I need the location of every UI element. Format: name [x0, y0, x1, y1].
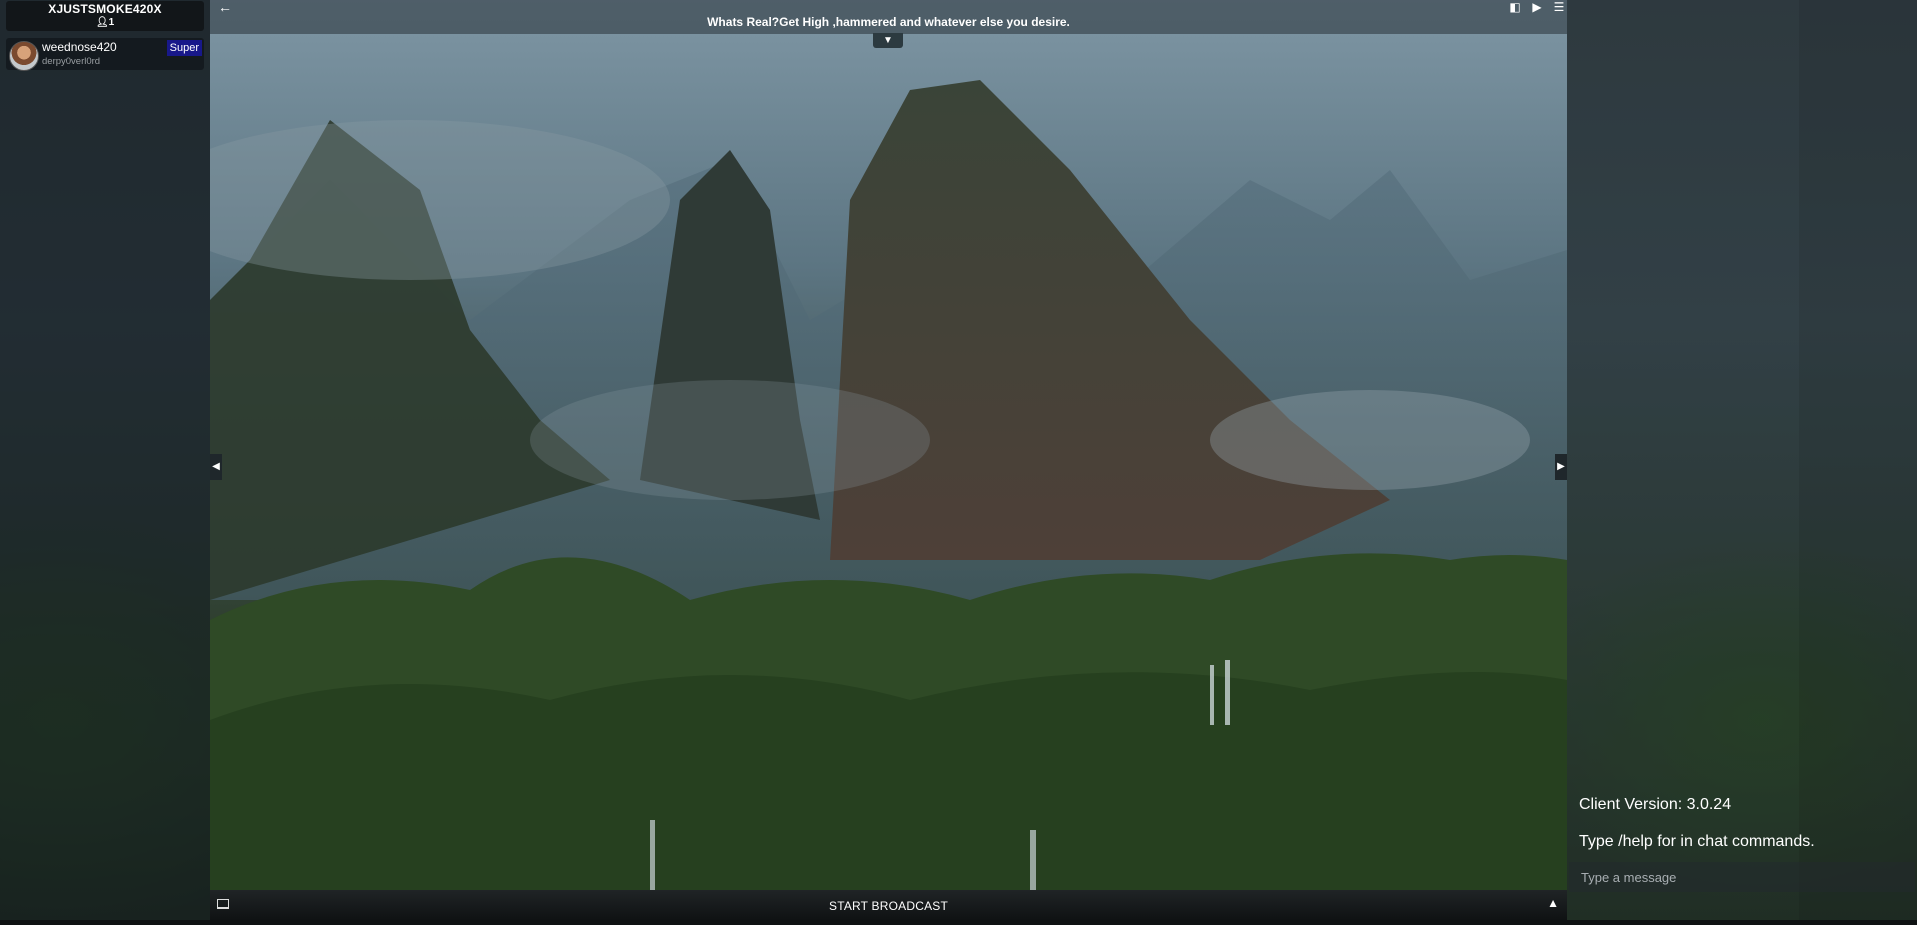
role-badge: Super: [166, 40, 202, 56]
stage-title-bar: ← Whats Real?Get High ,hammered and what…: [210, 0, 1567, 34]
room-header: XJUSTSMOKE420X 👤︎1: [6, 1, 204, 31]
user-name: weednose420: [42, 40, 117, 54]
video-stage[interactable]: ← Whats Real?Get High ,hammered and what…: [210, 0, 1567, 890]
arrow-left-icon[interactable]: ←: [218, 0, 232, 15]
chevron-right-icon[interactable]: ▶: [1555, 454, 1567, 480]
chevron-down-icon[interactable]: ▼: [873, 33, 903, 48]
chat-panel: Client Version: 3.0.24 Type /help for in…: [1567, 0, 1917, 920]
page: XJUSTSMOKE420X 👤︎1 weednose420 derpy0ver…: [0, 0, 1917, 925]
broadcast-bar: START BROADCAST ▲: [210, 890, 1567, 920]
viewer-count-value: 1: [108, 17, 115, 28]
chevron-up-icon[interactable]: ▲: [1547, 896, 1559, 910]
layout-toggle-icon[interactable]: ◧: [1507, 0, 1523, 14]
room-topic: Whats Real?Get High ,hammered and whatev…: [707, 15, 1070, 29]
chevron-left-icon[interactable]: ◀: [210, 454, 222, 480]
chat-message: Client Version: 3.0.24: [1579, 796, 1732, 813]
room-name: XJUSTSMOKE420X: [48, 2, 162, 16]
menu-icon[interactable]: ☰: [1551, 0, 1567, 14]
video-icon[interactable]: ▶: [1529, 0, 1545, 14]
chat-message: Type /help for in chat commands.: [1579, 833, 1815, 850]
person-icon: 👤︎: [95, 17, 109, 28]
stage-tools: ◧ ▶ ☰: [1507, 0, 1567, 14]
user-status: derpy0verl0rd: [42, 56, 101, 67]
start-broadcast-button[interactable]: START BROADCAST: [210, 899, 1567, 913]
avatar[interactable]: [9, 41, 39, 71]
chat-input[interactable]: [1569, 862, 1915, 892]
landscape-scene: [210, 80, 1567, 890]
user-list-item[interactable]: weednose420 derpy0verl0rd Super: [6, 38, 204, 71]
user-list-panel: XJUSTSMOKE420X 👤︎1 weednose420 derpy0ver…: [0, 0, 210, 925]
viewer-count: 👤︎1: [6, 17, 204, 29]
bottom-strip: [0, 920, 1917, 925]
chat-panel-shade: [1799, 0, 1917, 920]
